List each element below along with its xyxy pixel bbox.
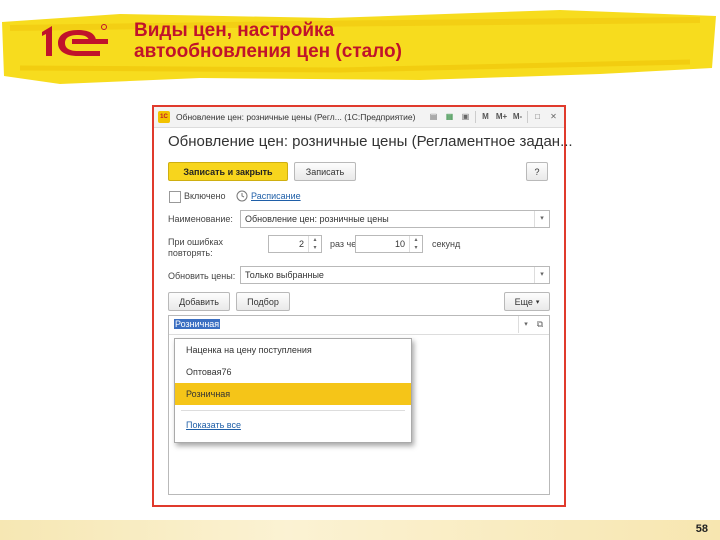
update-prices-label: Обновить цены:	[168, 271, 236, 281]
more-label: Еще	[514, 296, 533, 307]
footer-band	[0, 520, 720, 540]
enabled-checkbox[interactable]	[169, 191, 181, 203]
retry-count-value: 2	[298, 239, 304, 249]
divider	[181, 410, 405, 411]
table-row[interactable]: Розничная ▾ ⧉	[169, 316, 549, 335]
app-icon: 1C	[158, 111, 170, 123]
calendar-icon[interactable]: ▣	[459, 110, 472, 123]
form-title: Обновление цен: розничные цены (Регламен…	[168, 133, 573, 150]
spinner-icon[interactable]: ▴ ▾	[409, 236, 422, 252]
restore-icon[interactable]: □	[531, 110, 544, 123]
list-item-label: Розничная	[186, 389, 231, 399]
spinner-icon[interactable]: ▴ ▾	[308, 236, 321, 252]
retry-count-field[interactable]: 2 ▴ ▾	[268, 235, 322, 253]
chevron-down-icon[interactable]: ▾	[534, 267, 549, 283]
table-icon[interactable]: ▦	[443, 110, 456, 123]
slide-title-line2: автообновления цен (стало)	[134, 41, 402, 62]
retry-interval-value: 10	[394, 239, 405, 249]
slide-title: Виды цен, настройка автообновления цен (…	[134, 20, 402, 62]
1c-logo	[42, 24, 108, 56]
retry-label-line2: повторять:	[168, 248, 213, 258]
chevron-down-icon[interactable]: ▾	[518, 316, 533, 333]
memory-button[interactable]: M	[479, 110, 492, 123]
clock-icon	[236, 190, 248, 202]
name-value: Обновление цен: розничные цены	[245, 214, 389, 224]
help-button[interactable]: ?	[526, 162, 548, 181]
save-button[interactable]: Записать	[294, 162, 356, 181]
document-icon[interactable]: ▤	[427, 110, 440, 123]
retry-interval-field[interactable]: 10 ▴ ▾	[355, 235, 423, 253]
toolbar-separator	[475, 110, 476, 123]
retry-label: При ошибках повторять:	[168, 237, 223, 259]
add-button[interactable]: Добавить	[168, 292, 230, 311]
chevron-down-icon[interactable]: ▾	[534, 211, 549, 227]
toolbar-separator	[527, 110, 528, 123]
save-and-close-button[interactable]: Записать и закрыть	[168, 162, 288, 181]
memory-plus-button[interactable]: M+	[495, 110, 508, 123]
window-title: Обновление цен: розничные цены (Регл... …	[176, 112, 416, 122]
name-label: Наименование:	[168, 214, 233, 224]
retry-unit-label: секунд	[432, 239, 461, 249]
update-prices-value: Только выбранные	[245, 270, 324, 280]
more-button[interactable]: Еще ▾	[504, 292, 550, 311]
enabled-label: Включено	[184, 191, 226, 201]
list-item[interactable]: Оптовая76	[175, 361, 411, 383]
update-prices-select[interactable]: Только выбранные ▾	[240, 266, 550, 284]
list-item[interactable]: Наценка на цену поступления	[175, 339, 411, 361]
dropdown-list: Наценка на цену поступления Оптовая76 Ро…	[174, 338, 412, 443]
list-item-label: Оптовая76	[186, 367, 232, 377]
window-titlebar: 1C Обновление цен: розничные цены (Регл.…	[154, 107, 564, 128]
chevron-down-icon: ▾	[535, 298, 540, 306]
list-item-selected[interactable]: Розничная	[175, 383, 411, 405]
show-all-link[interactable]: Показать все	[186, 420, 241, 430]
table-cell-value[interactable]: Розничная	[174, 319, 221, 329]
retry-label-line1: При ошибках	[168, 237, 224, 247]
name-field[interactable]: Обновление цен: розничные цены ▾	[240, 210, 550, 228]
page-number: 58	[695, 523, 708, 535]
memory-minus-button[interactable]: M-	[511, 110, 524, 123]
schedule-link[interactable]: Расписание	[251, 191, 301, 201]
list-item-label: Наценка на цену поступления	[186, 345, 312, 355]
open-icon[interactable]: ⧉	[533, 316, 547, 333]
close-icon[interactable]: ✕	[547, 110, 560, 123]
price-update-window: 1C Обновление цен: розничные цены (Регл.…	[152, 105, 573, 507]
titlebar-toolbar: ▤ ▦ ▣ M M+ M- □ ✕	[427, 110, 560, 123]
pick-button[interactable]: Подбор	[236, 292, 290, 311]
slide-title-line1: Виды цен, настройка	[134, 20, 335, 41]
